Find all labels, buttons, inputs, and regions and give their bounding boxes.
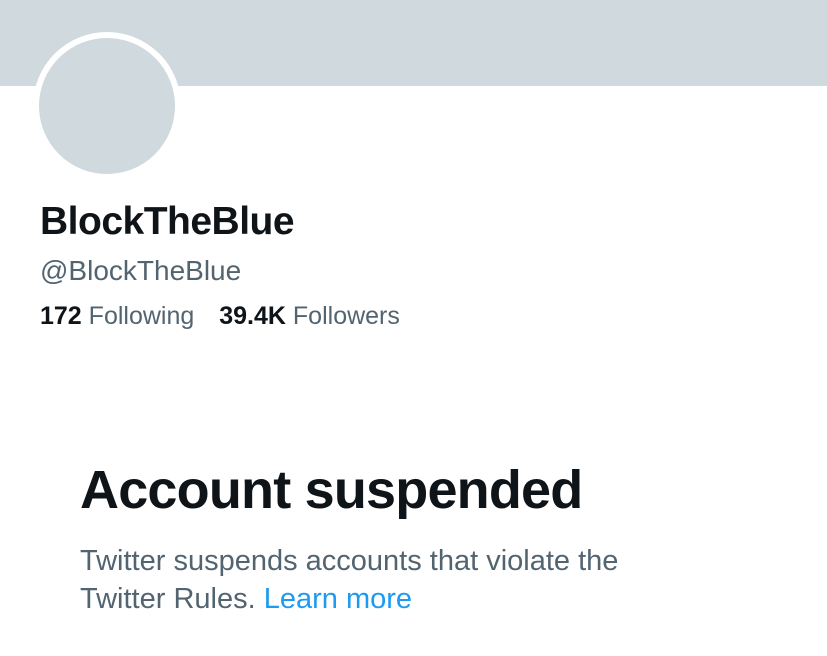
avatar <box>33 32 181 180</box>
suspended-title: Account suspended <box>80 460 583 520</box>
user-handle: @BlockTheBlue <box>40 255 242 286</box>
suspended-description-line2: Twitter Rules. <box>80 583 256 615</box>
suspended-description: Twitter suspends accounts that violate t… <box>80 542 740 618</box>
learn-more-link[interactable]: Learn more <box>264 583 412 615</box>
followers-count: 39.4K <box>219 302 286 330</box>
following-label: Following <box>88 302 195 330</box>
followers-label: Followers <box>292 302 400 330</box>
profile-stats: 172 Following 39.4K Followers <box>40 300 418 332</box>
following-link[interactable]: 172 Following <box>40 300 194 332</box>
suspended-description-line1: Twitter suspends accounts that violate t… <box>80 545 619 577</box>
followers-link[interactable]: 39.4K Followers <box>219 300 400 332</box>
display-name: BlockTheBlue <box>40 200 295 243</box>
following-count: 172 <box>40 302 82 330</box>
